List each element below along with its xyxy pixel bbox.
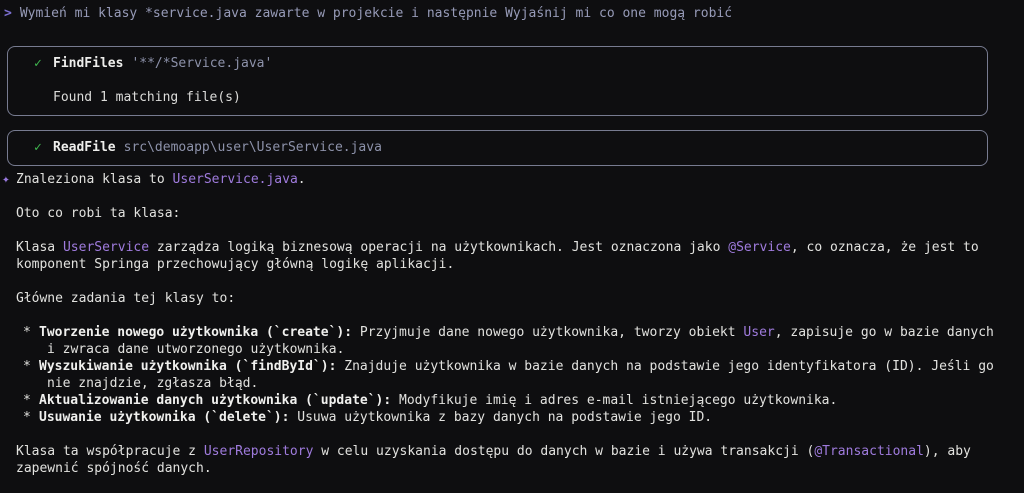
text-segment: zarządza logiką biznesową operacji na uż… — [149, 240, 729, 255]
tool-argument-filepath: src\demoapp\user\UserService.java — [123, 140, 382, 155]
inline-code-transactional-annotation: @Transactional — [814, 444, 924, 459]
bullet-bold-title: Aktualizowanie danych użytkownika (`upda… — [39, 393, 392, 408]
text-segment: w celu uzyskania dostępu do danych w baz… — [313, 444, 815, 459]
bullet-marker: * — [23, 393, 31, 408]
inline-code-userservice: UserService — [62, 240, 150, 255]
text-segment: Klasa ta współpracuje z — [16, 444, 204, 459]
bullet-bold-title: Wyszukiwanie użytkownika (`findById`): — [39, 359, 337, 374]
inline-code-userrepository: UserRepository — [203, 444, 314, 459]
list-item-update: * Aktualizowanie danych użytkownika (`upd… — [16, 392, 1004, 409]
response-intro-line: ✦ Znaleziona klasa to UserService.java. — [2, 171, 1004, 188]
tool-call-findfiles-box: ✓ FindFiles '**/*Service.java' Found 1 mat… — [7, 46, 988, 116]
tool-call-readfile-box: ✓ ReadFile src\demoapp\user\UserService.ja… — [7, 130, 988, 166]
bullet-marker: * — [23, 325, 31, 340]
bullet-marker: * — [23, 359, 31, 374]
paragraph-what-class-does: Oto co robi ta klasa: — [16, 206, 181, 221]
text-segment: Usuwa użytkownika z bazy danych na podst… — [289, 410, 713, 425]
list-item-delete: * Usuwanie użytkownika (`delete`): Usuwa … — [16, 409, 1004, 426]
assistant-response: ✦ Znaleziona klasa to UserService.java. O… — [2, 171, 1004, 477]
bullet-marker: * — [23, 410, 31, 425]
inline-code-service-annotation: @Service — [728, 240, 791, 255]
inline-code-filename: UserService.java — [172, 172, 298, 187]
success-check-icon: ✓ — [34, 140, 42, 155]
tool-result-text: Found 1 matching file(s) — [53, 90, 241, 105]
intro-text: Znaleziona klasa to — [16, 172, 173, 187]
success-check-icon: ✓ — [34, 56, 42, 71]
text-segment: Przyjmuje dane nowego użytkownika, tworz… — [352, 325, 744, 340]
terminal-output: > Wymień mi klasy *service.java zawarte w… — [0, 0, 1024, 493]
bullet-bold-title: Tworzenie nowego użytkownika (`create`): — [39, 325, 353, 340]
paragraph-main-tasks-heading: Główne zadania tej klasy to: — [16, 291, 236, 306]
tool-argument: '**/*Service.java' — [131, 56, 273, 71]
text-segment: Klasa — [16, 240, 63, 255]
tool-call-header: ✓ FindFiles '**/*Service.java' — [34, 55, 973, 72]
tool-name: ReadFile — [53, 140, 116, 155]
prompt-marker-icon: > — [4, 6, 12, 21]
tool-name: FindFiles — [53, 56, 124, 71]
paragraph-repository-summary: Klasa ta współpracuje z UserRepository w… — [16, 443, 1004, 477]
inline-code-user: User — [743, 325, 775, 340]
paragraph-class-description: Klasa UserService zarządza logiką biznes… — [16, 239, 1004, 273]
list-item-findbyid: * Wyszukiwanie użytkownika (`findById`): … — [16, 358, 1004, 392]
intro-text-end: . — [297, 172, 306, 187]
user-prompt-text: Wymień mi klasy *service.java zawarte w … — [19, 6, 733, 21]
assistant-star-icon: ✦ — [2, 172, 10, 187]
bullet-bold-title: Usuwanie użytkownika (`delete`): — [39, 410, 290, 425]
user-prompt-line: > Wymień mi klasy *service.java zawarte w… — [4, 5, 1004, 22]
bullet-list: * Tworzenie nowego użytkownika (`create`)… — [16, 324, 1004, 426]
tool-call-header: ✓ ReadFile src\demoapp\user\UserService.ja… — [34, 139, 973, 156]
list-item-create: * Tworzenie nowego użytkownika (`create`)… — [16, 324, 1004, 358]
text-segment: Modyfikuje imię i adres e-mail istniejąc… — [391, 393, 838, 408]
